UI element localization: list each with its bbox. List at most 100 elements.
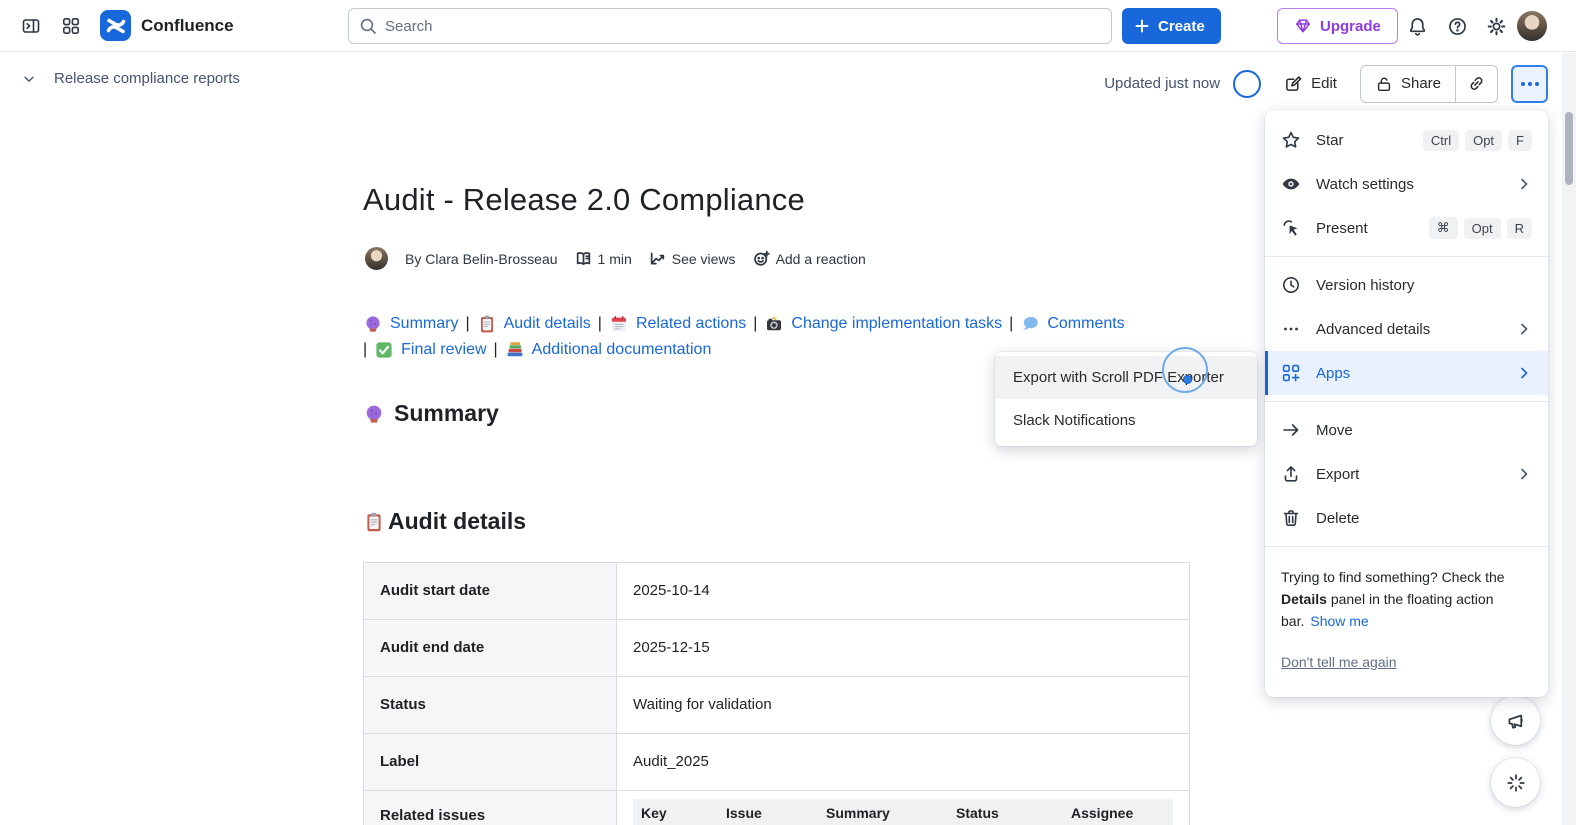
menu-divider (1265, 546, 1548, 547)
submenu-item-slack-notifications[interactable]: Slack Notifications (995, 399, 1257, 442)
share-label: Share (1401, 75, 1441, 92)
crystal-ball-icon (363, 403, 385, 425)
user-avatar[interactable] (1517, 11, 1547, 41)
updated-status: Updated just now (1104, 75, 1220, 92)
audit-details-heading-label: Audit details (388, 508, 526, 535)
editor-avatar[interactable] (1233, 70, 1261, 98)
related-issues-cell: Key Issue Summary Status Assignee (617, 791, 1190, 825)
collapse-spinner-button[interactable] (1491, 758, 1540, 807)
row-value[interactable]: 2025-10-14 (617, 563, 1190, 620)
menu-item-label: Version history (1316, 277, 1532, 294)
toc-link-final-review[interactable]: Final review (401, 337, 486, 363)
edit-button[interactable]: Edit (1274, 67, 1347, 100)
menu-item-label: Export (1316, 466, 1501, 483)
row-label: Status (364, 677, 617, 734)
share-button[interactable]: Share (1361, 66, 1455, 102)
search-bar[interactable] (348, 8, 1112, 44)
spinner-icon (1505, 772, 1527, 794)
search-input[interactable] (385, 18, 1101, 35)
separator: | (465, 311, 469, 337)
menu-item-export[interactable]: Export (1265, 452, 1548, 496)
help-icon[interactable] (1442, 11, 1472, 41)
more-actions-button[interactable] (1511, 65, 1548, 103)
clock-icon (1281, 275, 1301, 295)
toc-link-additional-docs[interactable]: Additional documentation (532, 337, 712, 363)
author-avatar[interactable] (365, 247, 388, 270)
apps-submenu: Export with Scroll PDF Exporter Slack No… (995, 352, 1257, 446)
menu-item-apps[interactable]: Apps (1265, 351, 1548, 395)
row-label: Label (364, 734, 617, 791)
summary-heading: Summary (363, 400, 499, 427)
menu-item-advanced-details[interactable]: Advanced details (1265, 307, 1548, 351)
megaphone-icon (1505, 710, 1527, 732)
table-row: Audit end date 2025-12-15 (364, 620, 1190, 677)
add-reaction-label: Add a reaction (776, 251, 866, 267)
menu-item-version-history[interactable]: Version history (1265, 263, 1548, 307)
toc-link-change-tasks[interactable]: Change implementation tasks (791, 311, 1002, 337)
chevron-right-icon (1516, 176, 1532, 192)
toc-link-summary[interactable]: Summary (390, 311, 458, 337)
dont-tell-me-again-link[interactable]: Don't tell me again (1281, 651, 1397, 673)
col-header-issue: Issue (718, 805, 818, 825)
camera-flash-icon (764, 314, 784, 334)
shortcut-key: Opt (1464, 218, 1501, 239)
table-row: Label Audit_2025 (364, 734, 1190, 791)
col-header-assignee: Assignee (1063, 805, 1173, 825)
add-reaction[interactable]: Add a reaction (753, 250, 866, 267)
create-button[interactable]: Create (1122, 8, 1221, 44)
clipboard-icon (363, 511, 385, 533)
notifications-icon[interactable] (1402, 11, 1432, 41)
audit-details-heading: Audit details (363, 508, 526, 535)
sidebar-toggle-icon[interactable] (16, 11, 46, 41)
menu-item-label: Star (1316, 132, 1408, 149)
separator: | (598, 311, 602, 337)
shortcut-key: ⌘ (1429, 217, 1458, 239)
menu-item-delete[interactable]: Delete (1265, 496, 1548, 540)
page-title: Audit - Release 2.0 Compliance (363, 182, 805, 218)
menu-item-watch-settings[interactable]: Watch settings (1265, 162, 1548, 206)
menu-item-star[interactable]: Star Ctrl Opt F (1265, 118, 1548, 162)
read-time: 1 min (575, 250, 632, 267)
menu-item-label: Apps (1316, 365, 1501, 382)
see-views[interactable]: See views (649, 250, 736, 267)
table-row-related-issues: Related issues Key Issue Summary Status … (364, 791, 1190, 825)
app-switcher-icon[interactable] (56, 11, 86, 41)
show-me-link[interactable]: Show me (1310, 613, 1368, 629)
scrollbar-thumb[interactable] (1565, 112, 1573, 185)
trash-icon (1281, 508, 1301, 528)
audit-details-table: Audit start date 2025-10-14 Audit end da… (363, 562, 1190, 825)
scrollbar-track[interactable] (1562, 53, 1576, 825)
separator: | (753, 311, 757, 337)
separator: | (363, 337, 367, 363)
menu-item-move[interactable]: Move (1265, 408, 1548, 452)
table-row: Audit start date 2025-10-14 (364, 563, 1190, 620)
star-icon (1281, 130, 1301, 150)
row-value[interactable]: 2025-12-15 (617, 620, 1190, 677)
feedback-megaphone-button[interactable] (1491, 696, 1540, 745)
breadcrumb[interactable]: Release compliance reports (22, 70, 240, 87)
related-issues-header-row: Key Issue Summary Status Assignee (633, 799, 1173, 825)
toc-link-comments[interactable]: Comments (1047, 311, 1124, 337)
menu-divider (1265, 256, 1548, 257)
menu-item-present[interactable]: Present ⌘ Opt R (1265, 206, 1548, 250)
settings-gear-icon[interactable] (1481, 11, 1511, 41)
row-label: Related issues (364, 791, 617, 825)
copy-link-icon[interactable] (1456, 66, 1497, 102)
row-value[interactable]: Waiting for validation (617, 677, 1190, 734)
arrow-right-icon (1281, 420, 1301, 440)
confluence-logo[interactable]: Confluence (100, 10, 234, 41)
toc-link-related-actions[interactable]: Related actions (636, 311, 746, 337)
menu-divider (1265, 401, 1548, 402)
chevron-right-icon (1516, 321, 1532, 337)
upgrade-button[interactable]: Upgrade (1277, 8, 1398, 44)
row-value[interactable]: Audit_2025 (617, 734, 1190, 791)
cursor-click-indicator (1162, 347, 1208, 393)
author-name[interactable]: By Clara Belin-Brosseau (405, 251, 558, 267)
toc-link-audit-details[interactable]: Audit details (504, 311, 591, 337)
views-chart-icon (649, 250, 666, 267)
submenu-item-scroll-pdf-exporter[interactable]: Export with Scroll PDF Exporter (995, 356, 1257, 399)
share-button-group: Share (1360, 65, 1498, 103)
chevron-right-icon (1516, 365, 1532, 381)
menu-footer-tip: Trying to find something? Check the Deta… (1265, 553, 1548, 673)
page-actions: Updated just now Edit Share (1104, 64, 1548, 103)
